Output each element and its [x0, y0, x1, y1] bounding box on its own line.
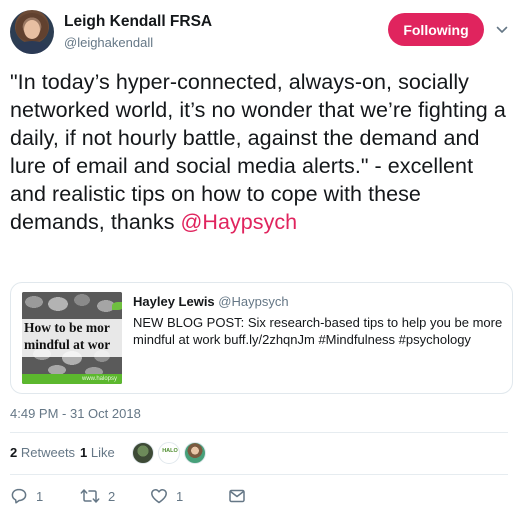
retweet-button[interactable]: 2	[80, 486, 115, 506]
retweet-count: 2	[108, 488, 116, 504]
likes-stat[interactable]: 1 Like	[80, 445, 115, 460]
tweet-stats: 2 Retweets 1 Like HALO	[10, 440, 508, 468]
tweet-actions: 1 2 1	[10, 484, 508, 508]
quoted-author-name: Hayley Lewis	[133, 294, 215, 309]
divider	[10, 474, 508, 475]
leaf-icon	[112, 302, 122, 310]
quoted-thumbnail: How to be mor mindful at wor www.halopsy	[22, 292, 122, 384]
retweet-icon	[80, 489, 100, 503]
reply-button[interactable]: 1	[10, 486, 43, 506]
liker-avatar[interactable]	[132, 442, 154, 464]
heart-icon	[151, 488, 167, 504]
quoted-author-handle: @Haypsych	[218, 294, 289, 309]
direct-message-button[interactable]	[228, 486, 246, 506]
thumbnail-url: www.halopsy	[82, 376, 118, 382]
thumbnail-caption-line1: How to be mor	[24, 320, 110, 335]
liker-avatar[interactable]	[184, 442, 206, 464]
retweets-label: Retweets	[20, 445, 76, 460]
quoted-author: Hayley Lewis @Haypsych	[133, 294, 289, 309]
liker-badge: HALO	[162, 448, 178, 454]
author-handle[interactable]: @leighakendall	[64, 35, 153, 50]
author-name[interactable]: Leigh Kendall FRSA	[64, 13, 212, 31]
likes-label: Like	[90, 445, 115, 460]
quoted-text: NEW BLOG POST: Six research-based tips t…	[133, 315, 503, 347]
liker-avatar[interactable]: HALO	[158, 442, 180, 464]
mention-link[interactable]: @Haypsych	[181, 210, 298, 234]
quoted-tweet-card[interactable]: How to be mor mindful at wor www.halopsy…	[10, 282, 513, 394]
likes-count: 1	[80, 445, 88, 460]
retweets-count: 2	[10, 445, 18, 460]
reply-icon	[11, 488, 27, 504]
tweet-text: "In today’s hyper-connected, always-on, …	[10, 68, 510, 236]
tweet-timestamp[interactable]: 4:49 PM - 31 Oct 2018	[10, 406, 141, 421]
like-count: 1	[176, 488, 184, 504]
tweet-header: Leigh Kendall FRSA @leighakendall Follow…	[10, 8, 510, 56]
envelope-icon	[229, 489, 245, 503]
reply-count: 1	[36, 488, 44, 504]
author-avatar[interactable]	[10, 10, 54, 54]
retweets-stat[interactable]: 2 Retweets	[10, 445, 75, 460]
thumbnail-caption-line2: mindful at wor	[24, 337, 111, 352]
like-button[interactable]: 1	[150, 486, 183, 506]
following-button[interactable]: Following	[388, 13, 484, 46]
chevron-down-icon[interactable]	[496, 24, 508, 36]
divider	[10, 432, 508, 433]
